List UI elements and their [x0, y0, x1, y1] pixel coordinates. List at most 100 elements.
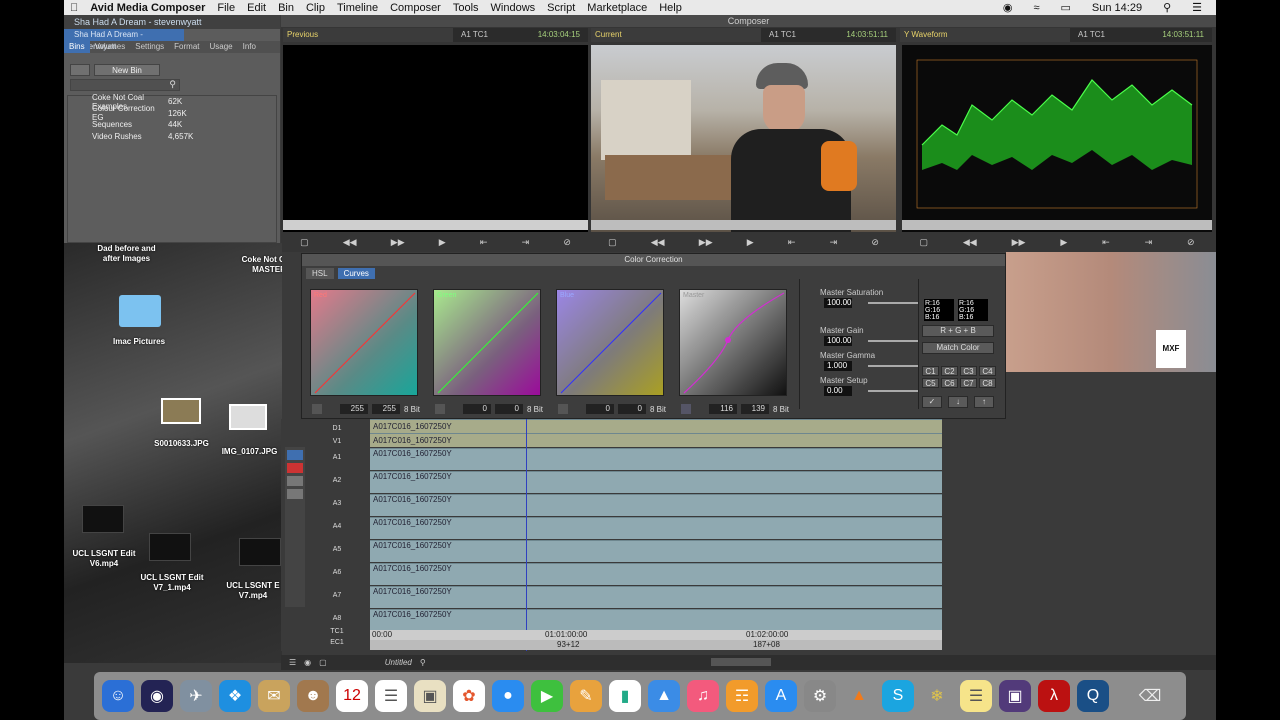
tab-usage[interactable]: Usage	[205, 41, 238, 53]
track-clip[interactable]: A017C016_1607250Y	[370, 471, 942, 493]
desktop-item[interactable]: Imac Pictures	[99, 337, 179, 347]
mark-in-icon[interactable]: ⇤	[788, 237, 796, 248]
track-label[interactable]: A4	[325, 518, 349, 536]
video-thumbnail[interactable]	[239, 538, 281, 566]
siri-icon[interactable]: ◉	[141, 680, 173, 712]
menu-file[interactable]: File	[211, 2, 241, 14]
track-clip[interactable]: A017C016_1607250Y	[370, 540, 942, 562]
photos-icon[interactable]: ✿	[453, 680, 485, 712]
position-bar[interactable]	[902, 220, 1212, 230]
tab-hsl[interactable]: HSL	[306, 268, 334, 279]
video-thumbnail[interactable]	[82, 505, 124, 533]
position-indicator[interactable]	[526, 419, 527, 651]
notes-icon[interactable]: ☰	[960, 680, 992, 712]
curve-input-field[interactable]: 116	[709, 404, 737, 414]
bucket-button[interactable]: C8	[979, 378, 996, 388]
curve-menu-button[interactable]	[558, 404, 568, 414]
vlc-icon[interactable]: ▲	[843, 680, 875, 712]
track-clip[interactable]: A017C016_1607250Y	[370, 448, 942, 470]
curve-menu-button[interactable]	[435, 404, 445, 414]
trash-icon[interactable]: ⌫	[1134, 680, 1166, 712]
app-menu[interactable]: Avid Media Composer	[84, 2, 211, 14]
desktop-item[interactable]: UCL LSGNT E V7.mp4	[219, 581, 282, 601]
setup-value[interactable]: 0.00	[824, 386, 852, 396]
track-clip[interactable]: A017C016_1607250Y	[370, 517, 942, 539]
ibooks-icon[interactable]: ☶	[726, 680, 758, 712]
desktop-item[interactable]: UCL LSGNT Edit V7_1.mp4	[132, 573, 212, 593]
track-label[interactable]: A1	[325, 449, 349, 467]
menu-bin[interactable]: Bin	[272, 2, 300, 14]
fullscreen-icon[interactable]: ▢	[300, 237, 309, 248]
safari-icon[interactable]: ❖	[219, 680, 251, 712]
desktop-item[interactable]: UCL LSGNT Edit V6.mp4	[64, 549, 144, 569]
media-composer-icon[interactable]: ▣	[999, 680, 1031, 712]
track-clip[interactable]: A017C016_1607250Y	[370, 586, 942, 608]
mxf-file-icon[interactable]: MXF	[1156, 330, 1186, 368]
curve-input-field[interactable]: 0	[463, 404, 491, 414]
rgb-mode-select[interactable]: R + G + B	[922, 325, 994, 337]
play-icon[interactable]: ▶	[439, 237, 446, 248]
bucket-button[interactable]: C4	[979, 366, 996, 376]
pineapple-icon[interactable]: ❄	[921, 680, 953, 712]
track-label[interactable]: A3	[325, 495, 349, 513]
setup-slider[interactable]	[868, 390, 918, 392]
tab-curves[interactable]: Curves	[337, 268, 375, 279]
list-item[interactable]: Video Rushes 4,657K	[68, 131, 276, 143]
status-icon[interactable]: ◉	[997, 1, 1019, 14]
step-back-icon[interactable]: ◀◀	[651, 237, 665, 248]
list-item[interactable]: Colour Correction EG 126K	[68, 104, 276, 122]
wifi-icon[interactable]: ≈	[1027, 2, 1045, 14]
system-preferences-icon[interactable]: ⚙	[804, 680, 836, 712]
pages-icon[interactable]: ✎	[570, 680, 602, 712]
gain-value[interactable]: 100.00	[824, 336, 852, 346]
mark-in-icon[interactable]: ⇤	[1102, 237, 1110, 248]
folder-icon[interactable]	[119, 295, 161, 327]
fullscreen-icon[interactable]: ▢	[608, 237, 617, 248]
bucket-button[interactable]: C1	[922, 366, 939, 376]
gamma-value[interactable]: 1.000	[824, 361, 852, 371]
timecode-ruler[interactable]: 00:00 01:01:00:00 01:02:00:00	[370, 630, 942, 640]
desktop-item[interactable]: IMG_0107.JPG	[212, 447, 282, 457]
menu-timeline[interactable]: Timeline	[331, 2, 384, 14]
menu-list-icon[interactable]: ☰	[1186, 1, 1208, 14]
step-back-icon[interactable]: ◀◀	[963, 237, 977, 248]
menu-edit[interactable]: Edit	[241, 2, 272, 14]
track-clip[interactable]: A017C016_1607250Y	[370, 563, 942, 585]
mail-icon[interactable]: ✉	[258, 680, 290, 712]
quicktime-icon[interactable]: Q	[1077, 680, 1109, 712]
edgecode-ruler[interactable]: 93+12 187+08	[370, 640, 942, 650]
apply-effect-icon[interactable]: ↑	[974, 396, 994, 408]
itunes-icon[interactable]: ♫	[687, 680, 719, 712]
menu-windows[interactable]: Windows	[485, 2, 542, 14]
desktop-item[interactable]: Dad before and after Images	[89, 244, 164, 264]
tab-format[interactable]: Format	[169, 41, 204, 53]
monitor-source-menu[interactable]: Y Waveform	[900, 28, 1070, 42]
acrobat-icon[interactable]: λ	[1038, 680, 1070, 712]
track-label[interactable]: A6	[325, 564, 349, 582]
mark-in-icon[interactable]: ⇤	[480, 237, 488, 248]
master-curve-graph[interactable]: Master	[679, 289, 787, 396]
timeline-tool-icon[interactable]	[287, 476, 303, 486]
menu-clip[interactable]: Clip	[300, 2, 331, 14]
curve-input-field[interactable]: 255	[340, 404, 368, 414]
sequence-icon[interactable]: ◉	[304, 658, 311, 667]
contacts-icon[interactable]: ☻	[297, 680, 329, 712]
facetime-icon[interactable]: ▶	[531, 680, 563, 712]
photo-thumbnail[interactable]	[161, 398, 201, 424]
track-clip[interactable]: A017C016_1607250Y	[370, 494, 942, 516]
menu-help[interactable]: Help	[653, 2, 688, 14]
mark-out-icon[interactable]: ⇥	[830, 237, 838, 248]
current-monitor[interactable]	[591, 45, 896, 232]
sequence-name[interactable]: Untitled	[385, 658, 412, 667]
bucket-button[interactable]: C6	[941, 378, 958, 388]
menu-marketplace[interactable]: Marketplace	[581, 2, 653, 14]
track-label[interactable]: A2	[325, 472, 349, 490]
fullscreen-icon[interactable]: ▢	[919, 237, 928, 248]
battery-icon[interactable]: ▭	[1055, 1, 1077, 14]
tab-bins[interactable]: Bins	[64, 41, 90, 53]
track-clip[interactable]: A017C016_1607250Y	[370, 433, 942, 447]
blue-curve-graph[interactable]: Blue	[556, 289, 664, 396]
red-curve-graph[interactable]: Red	[310, 289, 418, 396]
desktop-item[interactable]: Coke Not Coal MASTER	[234, 255, 282, 275]
list-item[interactable]: Sequences 44K	[68, 119, 276, 131]
